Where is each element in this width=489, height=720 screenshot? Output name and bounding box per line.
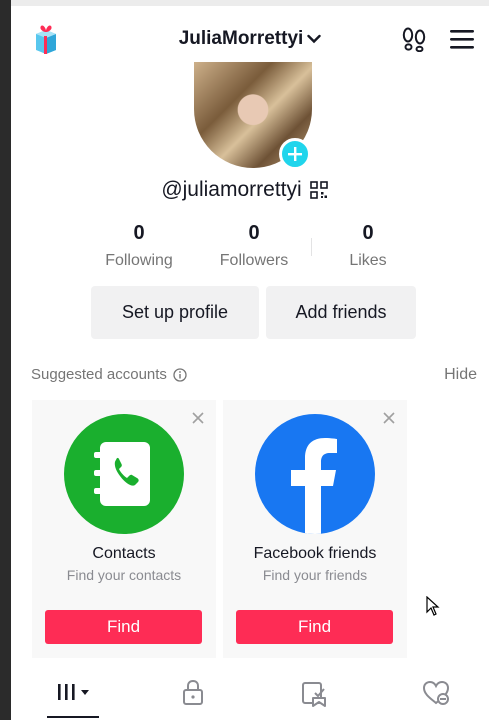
find-contacts-button[interactable]: Find [45,610,202,644]
card-subtitle: Find your friends [262,567,368,583]
suggested-accounts-title: Suggested accounts [31,366,167,383]
profile-stats: 0 Following 0 Followers 0 Likes [0,222,489,272]
hide-suggested-button[interactable]: Hide [444,366,477,384]
contacts-icon-badge [64,414,184,534]
add-photo-button[interactable] [279,138,311,170]
tab-videos[interactable] [55,678,95,708]
suggested-accounts-header: Suggested accounts [31,366,187,383]
chevron-down-icon [307,34,321,44]
handle-row: @juliamorrettyi [0,178,489,202]
facebook-icon [291,438,337,534]
mouse-cursor-icon [426,596,440,616]
tab-reposts[interactable] [299,678,329,708]
reposts-icon [302,682,326,707]
set-up-profile-button[interactable]: Set up profile [91,286,259,339]
hamburger-menu-icon[interactable] [449,28,475,50]
stat-divider [311,238,312,256]
active-tab-indicator [47,716,99,718]
lock-icon [183,679,203,705]
followers-label: Followers [219,252,289,269]
window-edge [0,0,11,720]
videos-grid-icon [58,684,89,700]
card-subtitle: Find your contacts [66,567,182,583]
suggestion-card-facebook: Facebook friends Find your friends Find [223,400,407,658]
card-title: Contacts [92,545,156,562]
following-stat[interactable]: 0 Following [89,222,189,270]
following-count: 0 [133,222,145,244]
likes-count: 0 [362,222,374,244]
info-icon[interactable] [173,367,187,382]
close-icon[interactable] [383,412,395,424]
liked-icon [422,680,450,705]
suggestion-card-contacts: Contacts Find your contacts Find [32,400,216,658]
add-friends-button[interactable]: Add friends [266,286,416,339]
profile-handle: @juliamorrettyi [161,178,302,201]
facebook-icon-badge [255,414,375,534]
qr-code-icon[interactable] [309,181,328,199]
username-label: JuliaMorrettyi [178,28,304,49]
following-label: Following [105,252,173,269]
card-title: Facebook friends [253,545,377,562]
followers-count: 0 [248,222,260,244]
likes-label: Likes [349,252,387,269]
close-icon[interactable] [192,412,204,424]
footprints-icon[interactable] [401,26,427,52]
profile-tabs [11,668,489,720]
likes-stat[interactable]: 0 Likes [318,222,418,270]
find-facebook-friends-button[interactable]: Find [236,610,393,644]
plus-icon [288,147,302,161]
contacts-icon [94,442,150,506]
followers-stat[interactable]: 0 Followers [204,222,304,270]
tab-private[interactable] [178,678,208,708]
tab-liked[interactable] [421,678,451,708]
